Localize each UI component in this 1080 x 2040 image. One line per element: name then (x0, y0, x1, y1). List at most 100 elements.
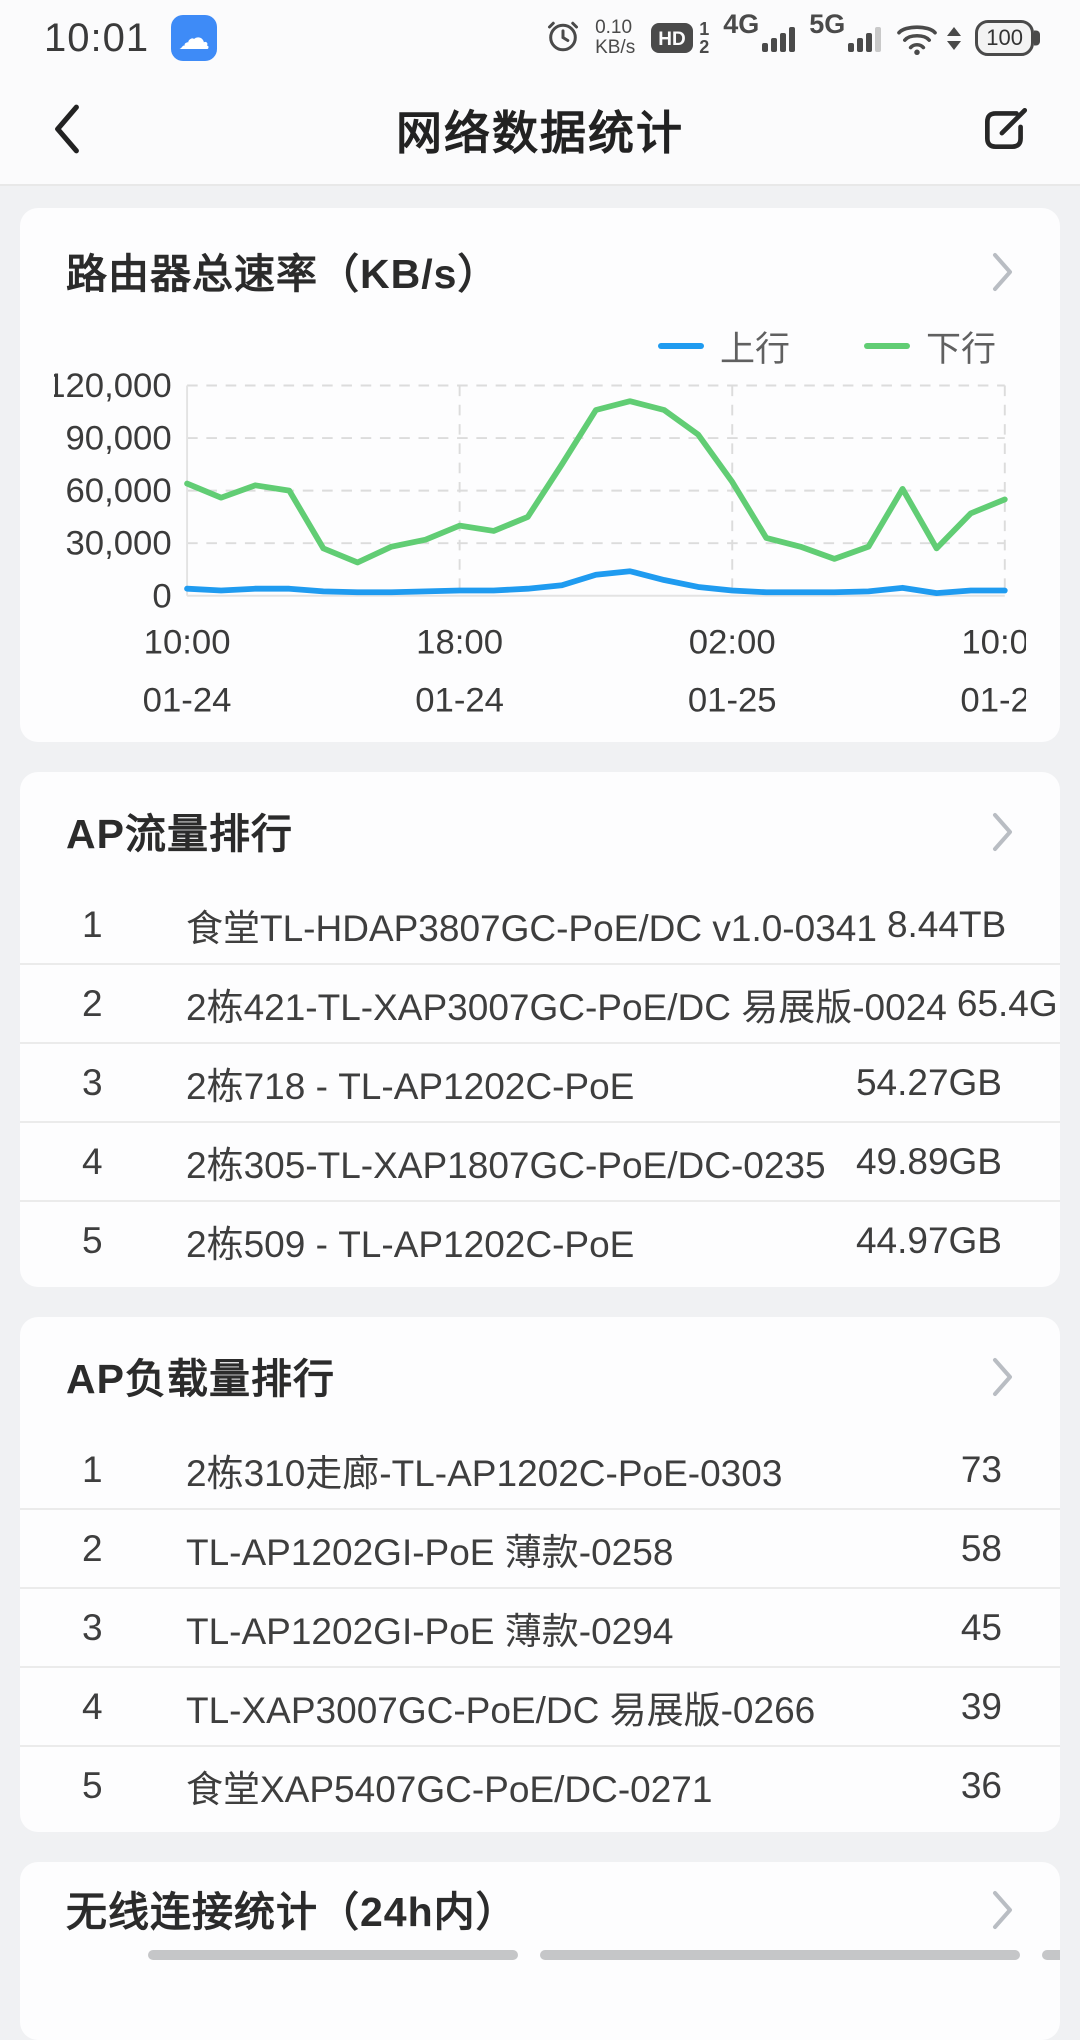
row-name: TL-AP1202GI-PoE 薄款-0258 (186, 1522, 673, 1576)
edit-button[interactable] (970, 94, 1040, 167)
hd-voice-icon: HD 1 2 (649, 19, 709, 57)
row-rank: 3 (82, 1062, 186, 1104)
table-row: 1 食堂TL-HDAP3807GC-PoE/DC v1.0-0341 8.44T… (20, 886, 1060, 963)
row-name: 2栋718 - TL-AP1202C-PoE (186, 1056, 634, 1110)
svg-text:90,000: 90,000 (65, 420, 171, 458)
ap-traffic-list: 1 食堂TL-HDAP3807GC-PoE/DC v1.0-0341 8.44T… (20, 886, 1060, 1279)
row-name: 食堂XAP5407GC-PoE/DC-0271 (186, 1759, 712, 1813)
table-row: 4 2栋305-TL-XAP1807GC-PoE/DC-0235 49.89GB (20, 1121, 1060, 1200)
back-chevron-icon (48, 146, 86, 161)
svg-text:120,000: 120,000 (54, 372, 172, 405)
row-value: 73 (951, 1449, 1002, 1491)
back-button[interactable] (40, 92, 94, 169)
ap-traffic-card-header[interactable]: AP流量排行 (20, 808, 1060, 860)
row-name: 食堂TL-HDAP3807GC-PoE/DC v1.0-0341 (186, 898, 877, 952)
svg-text:30,000: 30,000 (65, 525, 171, 563)
row-rank: 4 (82, 1141, 186, 1183)
row-value: 45 (951, 1607, 1002, 1649)
row-name: 2栋310走廊-TL-AP1202C-PoE-0303 (186, 1443, 782, 1497)
svg-text:02:00: 02:00 (689, 624, 776, 662)
status-bar: 10:01 ☁ 0.10 KB/s HD 1 2 4G (0, 0, 1080, 76)
svg-text:01-25: 01-25 (960, 681, 1026, 719)
table-row: 2 2栋421-TL-XAP3007GC-PoE/DC 易展版-0024 65.… (20, 963, 1060, 1042)
traffic-arrows-icon (947, 27, 961, 50)
ap-load-card-header[interactable]: AP负载量排行 (20, 1353, 1060, 1405)
status-icons: 0.10 KB/s HD 1 2 4G 5G (545, 18, 1044, 59)
table-row: 5 食堂XAP5407GC-PoE/DC-0271 36 (20, 1745, 1060, 1824)
partial-content-bars (20, 1950, 1060, 1960)
row-name: TL-AP1202GI-PoE 薄款-0294 (186, 1601, 673, 1655)
svg-text:HD: HD (658, 29, 685, 50)
legend-label: 上行 (720, 321, 790, 372)
table-row: 4 TL-XAP3007GC-PoE/DC 易展版-0266 39 (20, 1666, 1060, 1745)
network-speed: 0.10 KB/s (595, 18, 635, 58)
row-rank: 3 (82, 1607, 186, 1649)
rate-chart: 0 30,000 60,000 90,000 120,000 10:00 01-24 18:0… (20, 372, 1060, 724)
svg-text:60,000: 60,000 (65, 472, 171, 510)
wireless-stats-card: 无线连接统计（24h内） (20, 1862, 1060, 2040)
row-value: 58 (951, 1528, 1002, 1570)
svg-text:18:00: 18:00 (416, 624, 503, 662)
row-value: 39 (951, 1686, 1002, 1728)
chevron-right-icon[interactable] (990, 249, 1016, 300)
rate-chart-svg: 0 30,000 60,000 90,000 120,000 10:00 01-24 18:0… (54, 372, 1026, 724)
card-title: AP流量排行 (66, 808, 293, 860)
row-value: 54.27GB (846, 1062, 1002, 1104)
svg-text:01-24: 01-24 (143, 681, 232, 719)
status-time: 10:01 (44, 16, 149, 61)
row-value: 8.44TB (877, 904, 1006, 946)
table-row: 3 2栋718 - TL-AP1202C-PoE 54.27GB (20, 1042, 1060, 1121)
chevron-right-icon[interactable] (990, 1354, 1016, 1405)
row-rank: 2 (82, 983, 186, 1025)
chevron-right-icon[interactable] (990, 809, 1016, 860)
row-rank: 1 (82, 904, 186, 946)
row-name: TL-XAP3007GC-PoE/DC 易展版-0266 (186, 1680, 815, 1734)
router-rate-card-header[interactable]: 路由器总速率（KB/s） (20, 248, 1060, 300)
legend-dash (658, 343, 704, 349)
row-rank: 1 (82, 1449, 186, 1491)
row-name: 2栋421-TL-XAP3007GC-PoE/DC 易展版-0024 (186, 977, 947, 1031)
row-rank: 2 (82, 1528, 186, 1570)
cloud-app-icon: ☁ (171, 15, 217, 61)
row-value: 65.4GB (947, 983, 1060, 1025)
wireless-stats-card-header[interactable]: 无线连接统计（24h内） (20, 1886, 1060, 1938)
legend-label: 下行 (926, 321, 996, 372)
chevron-right-icon[interactable] (990, 1887, 1016, 1938)
row-name: 2栋509 - TL-AP1202C-PoE (186, 1214, 634, 1268)
table-row: 2 TL-AP1202GI-PoE 薄款-0258 58 (20, 1508, 1060, 1587)
card-title: AP负载量排行 (66, 1353, 335, 1405)
table-row: 3 TL-AP1202GI-PoE 薄款-0294 45 (20, 1587, 1060, 1666)
svg-text:0: 0 (152, 577, 171, 615)
signal-5g-icon: 5G (809, 25, 881, 52)
router-rate-card: 路由器总速率（KB/s） 上行 下行 0 30,000 60,000 90,000 12… (20, 208, 1060, 742)
svg-text:10:00: 10:00 (961, 624, 1026, 662)
page-title: 网络数据统计 (0, 97, 1080, 163)
compose-icon (978, 144, 1032, 159)
legend-dash (864, 343, 910, 349)
ap-traffic-card: AP流量排行 1 食堂TL-HDAP3807GC-PoE/DC v1.0-034… (20, 772, 1060, 1287)
ap-load-list: 1 2栋310走廊-TL-AP1202C-PoE-0303 73 2 TL-AP… (20, 1431, 1060, 1824)
wifi-icon (895, 20, 939, 56)
row-rank: 5 (82, 1220, 186, 1262)
row-rank: 4 (82, 1686, 186, 1728)
nav-header: 网络数据统计 (0, 76, 1080, 186)
alarm-clock-icon (545, 18, 581, 59)
svg-text:01-24: 01-24 (415, 681, 504, 719)
card-title: 无线连接统计（24h内） (66, 1886, 518, 1938)
row-name: 2栋305-TL-XAP1807GC-PoE/DC-0235 (186, 1135, 826, 1189)
row-value: 36 (951, 1765, 1002, 1807)
row-rank: 5 (82, 1765, 186, 1807)
ap-load-card: AP负载量排行 1 2栋310走廊-TL-AP1202C-PoE-0303 73… (20, 1317, 1060, 1832)
battery-icon: 100 (975, 20, 1034, 56)
row-value: 44.97GB (846, 1220, 1002, 1262)
svg-text:10:00: 10:00 (144, 624, 231, 662)
chart-legend: 上行 下行 (20, 300, 1060, 372)
row-value: 49.89GB (846, 1141, 1002, 1183)
legend-item: 下行 (864, 321, 996, 372)
signal-4g-icon: 4G (723, 25, 795, 52)
svg-text:01-25: 01-25 (688, 681, 777, 719)
legend-item: 上行 (658, 321, 790, 372)
card-title: 路由器总速率（KB/s） (66, 248, 499, 300)
table-row: 5 2栋509 - TL-AP1202C-PoE 44.97GB (20, 1200, 1060, 1279)
table-row: 1 2栋310走廊-TL-AP1202C-PoE-0303 73 (20, 1431, 1060, 1508)
